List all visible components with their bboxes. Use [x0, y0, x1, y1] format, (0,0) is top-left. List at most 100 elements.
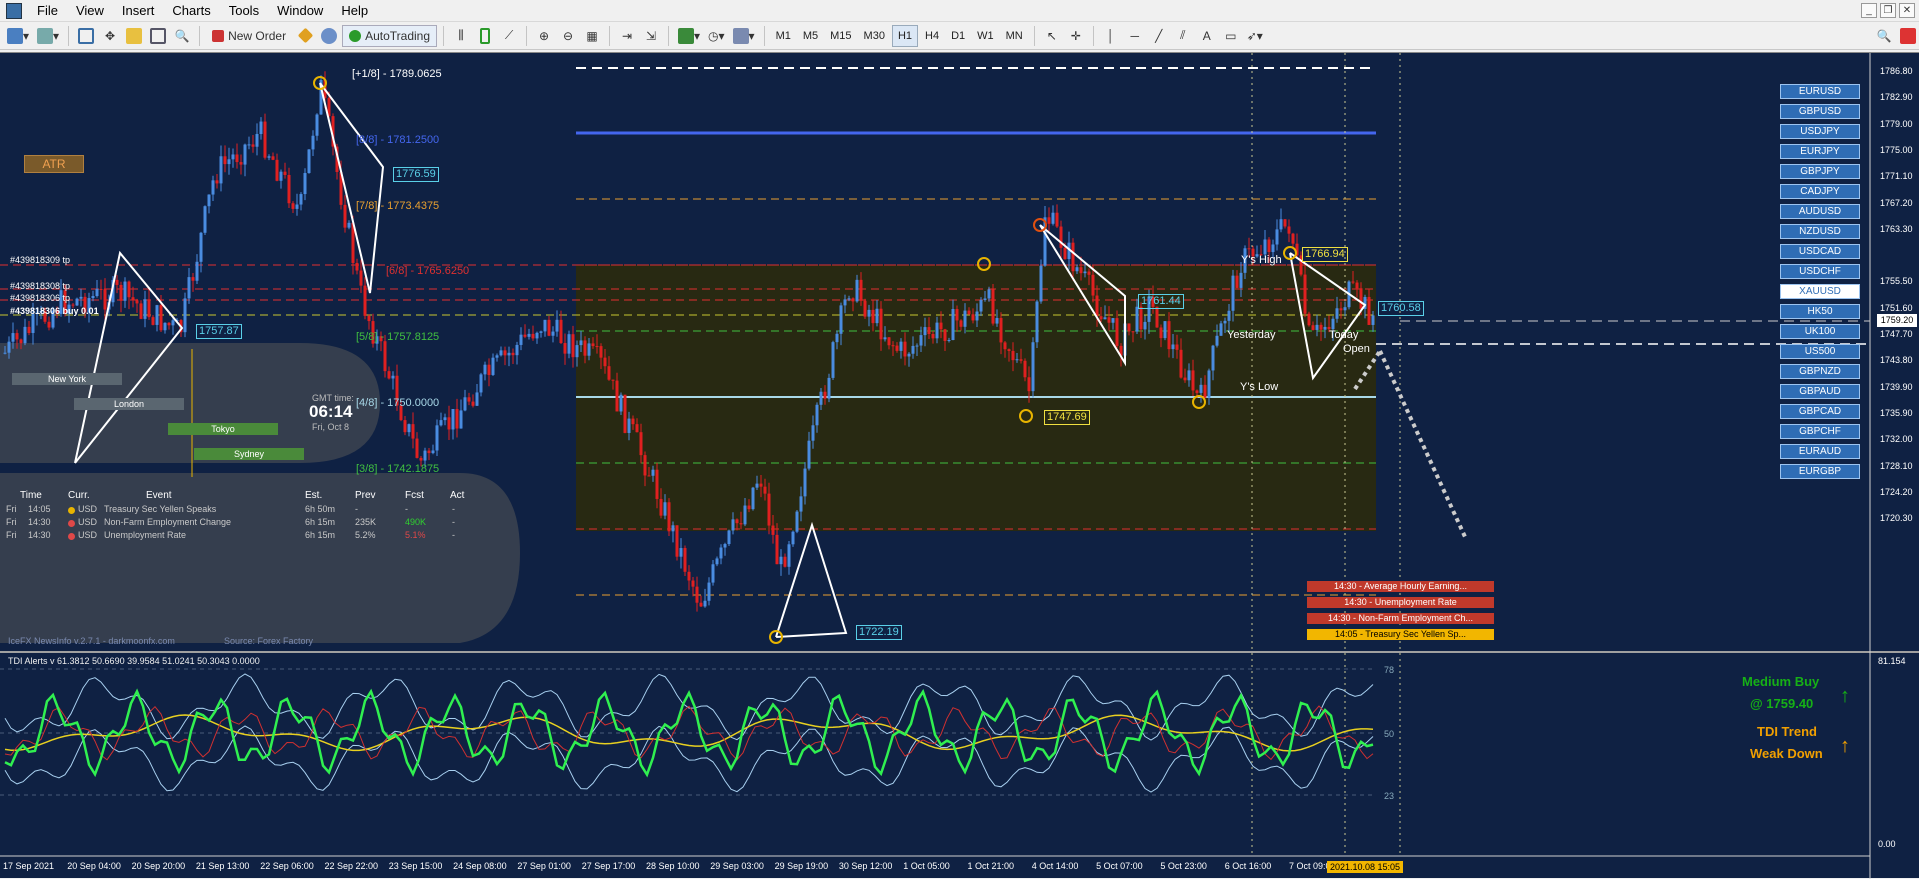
- news-bar[interactable]: 14:30 - Non-Farm Employment Ch...: [1307, 613, 1494, 624]
- atr-button[interactable]: ATR: [24, 155, 84, 173]
- candlestick-icon[interactable]: [474, 25, 496, 47]
- symbol-button-gbpchf[interactable]: GBPCHF: [1780, 424, 1860, 439]
- arrows-icon[interactable]: ➶▾: [1244, 25, 1266, 47]
- symbol-button-nzdusd[interactable]: NZDUSD: [1780, 224, 1860, 239]
- candle-body: [1219, 323, 1223, 336]
- chart-window[interactable]: ATR #439818309 tp #439818308 tp #4398183…: [0, 52, 1919, 879]
- timeframe-h1-button[interactable]: H1: [891, 24, 919, 47]
- symbol-button-us500[interactable]: US500: [1780, 344, 1860, 359]
- symbol-button-gbpaud[interactable]: GBPAUD: [1780, 384, 1860, 399]
- channel-icon[interactable]: ⫽: [1172, 25, 1194, 47]
- symbol-button-gbpnzd[interactable]: GBPNZD: [1780, 364, 1860, 379]
- market-watch-icon[interactable]: [75, 25, 97, 47]
- menu-file[interactable]: File: [28, 0, 67, 22]
- symbol-button-usdcad[interactable]: USDCAD: [1780, 244, 1860, 259]
- horizontal-line-icon[interactable]: ─: [1124, 25, 1146, 47]
- line-chart-icon[interactable]: ⟋: [498, 25, 520, 47]
- timeframe-h4-button[interactable]: H4: [920, 25, 944, 47]
- ys-high-label: Y's High: [1241, 254, 1282, 266]
- tester-icon[interactable]: 🔍: [171, 25, 193, 47]
- zoom-in-icon[interactable]: ⊕: [533, 25, 555, 47]
- search-icon[interactable]: 🔍: [1873, 25, 1895, 47]
- candle-body: [831, 342, 835, 378]
- timeframe-w1-button[interactable]: W1: [972, 25, 999, 47]
- candle-body: [771, 525, 775, 535]
- news-bar[interactable]: 14:30 - Unemployment Rate: [1307, 597, 1494, 608]
- menu-help[interactable]: Help: [332, 0, 377, 22]
- new-chart-icon[interactable]: ▾: [4, 25, 32, 47]
- restore-icon[interactable]: ❐: [1880, 3, 1896, 18]
- menu-view[interactable]: View: [67, 0, 113, 22]
- symbol-button-gbpjpy[interactable]: GBPJPY: [1780, 164, 1860, 179]
- candle-body: [867, 309, 871, 317]
- indicators-icon[interactable]: ▾: [675, 25, 703, 47]
- timeframe-m5-button[interactable]: M5: [798, 25, 823, 47]
- metaeditor-icon[interactable]: [294, 25, 316, 47]
- autoscroll-icon[interactable]: ⇲: [640, 25, 662, 47]
- time-tick-label: 21 Sep 13:00: [195, 861, 250, 871]
- tile-windows-icon[interactable]: ▦: [581, 25, 603, 47]
- zoom-out-icon[interactable]: ⊖: [557, 25, 579, 47]
- symbol-button-uk100[interactable]: UK100: [1780, 324, 1860, 339]
- crosshair-tool-icon[interactable]: ✛: [1065, 25, 1087, 47]
- timeframe-m30-button[interactable]: M30: [859, 25, 890, 47]
- today-label: Today: [1329, 329, 1359, 341]
- trendline-icon[interactable]: ╱: [1148, 25, 1170, 47]
- autotrading-button[interactable]: AutoTrading: [342, 24, 438, 47]
- candle-body: [679, 548, 683, 557]
- symbol-button-gbpusd[interactable]: GBPUSD: [1780, 104, 1860, 119]
- candle-body: [167, 322, 171, 326]
- symbol-button-hk50[interactable]: HK50: [1780, 304, 1860, 319]
- price-chart-canvas[interactable]: [0, 53, 1919, 879]
- symbol-button-xauusd[interactable]: XAUUSD: [1780, 284, 1860, 299]
- menu-window[interactable]: Window: [268, 0, 332, 22]
- zigzag-price-label: 1747.69: [1044, 410, 1090, 425]
- time-tick-label: 17 Sep 2021: [3, 861, 55, 871]
- symbol-button-audusd[interactable]: AUDUSD: [1780, 204, 1860, 219]
- navigator-icon[interactable]: [123, 25, 145, 47]
- profiles-icon[interactable]: ▾: [34, 25, 62, 47]
- timeframe-m15-button[interactable]: M15: [825, 25, 856, 47]
- mql5-icon[interactable]: [1897, 25, 1919, 47]
- crosshair-icon[interactable]: ✥: [99, 25, 121, 47]
- symbol-button-eurgbp[interactable]: EURGBP: [1780, 464, 1860, 479]
- signals-icon[interactable]: [318, 25, 340, 47]
- menu-insert[interactable]: Insert: [113, 0, 164, 22]
- news-bar[interactable]: 14:30 - Average Hourly Earning...: [1307, 581, 1494, 592]
- symbol-button-usdjpy[interactable]: USDJPY: [1780, 124, 1860, 139]
- minimize-icon[interactable]: _: [1861, 3, 1877, 18]
- text-tool-icon[interactable]: A: [1196, 25, 1218, 47]
- new-order-button[interactable]: New Order: [206, 25, 292, 47]
- periods-icon[interactable]: ◷▾: [705, 25, 728, 47]
- timeframe-d1-button[interactable]: D1: [946, 25, 970, 47]
- candle-body: [199, 232, 203, 262]
- news-bar[interactable]: 14:05 - Treasury Sec Yellen Sp...: [1307, 629, 1494, 640]
- symbol-button-euraud[interactable]: EURAUD: [1780, 444, 1860, 459]
- symbol-button-gbpcad[interactable]: GBPCAD: [1780, 404, 1860, 419]
- candle-body: [143, 299, 147, 319]
- symbol-button-cadjpy[interactable]: CADJPY: [1780, 184, 1860, 199]
- candle-body: [1223, 320, 1227, 324]
- candle-body: [959, 320, 963, 327]
- timeframe-m1-button[interactable]: M1: [771, 25, 796, 47]
- timeframe-mn-button[interactable]: MN: [1001, 25, 1028, 47]
- close-icon[interactable]: ✕: [1899, 3, 1915, 18]
- cursor-icon[interactable]: ↖: [1041, 25, 1063, 47]
- templates-icon[interactable]: ▾: [730, 25, 758, 47]
- symbol-button-eurusd[interactable]: EURUSD: [1780, 84, 1860, 99]
- menu-tools[interactable]: Tools: [220, 0, 268, 22]
- candle-body: [1107, 317, 1111, 323]
- symbol-button-usdchf[interactable]: USDCHF: [1780, 264, 1860, 279]
- chart-shift-icon[interactable]: ⇥: [616, 25, 638, 47]
- vertical-line-icon[interactable]: │: [1100, 25, 1122, 47]
- candle-body: [1087, 271, 1091, 275]
- symbol-button-eurjpy[interactable]: EURJPY: [1780, 144, 1860, 159]
- label-tool-icon[interactable]: ▭: [1220, 25, 1242, 47]
- impact-dot-icon: [68, 507, 75, 514]
- menu-charts[interactable]: Charts: [163, 0, 219, 22]
- cursor-time-label: 2021.10.08 15:05: [1327, 861, 1404, 873]
- bar-chart-icon[interactable]: ⫼: [450, 25, 472, 47]
- candle-body: [707, 582, 711, 601]
- terminal-icon[interactable]: [147, 25, 169, 47]
- candle-body: [1367, 296, 1371, 325]
